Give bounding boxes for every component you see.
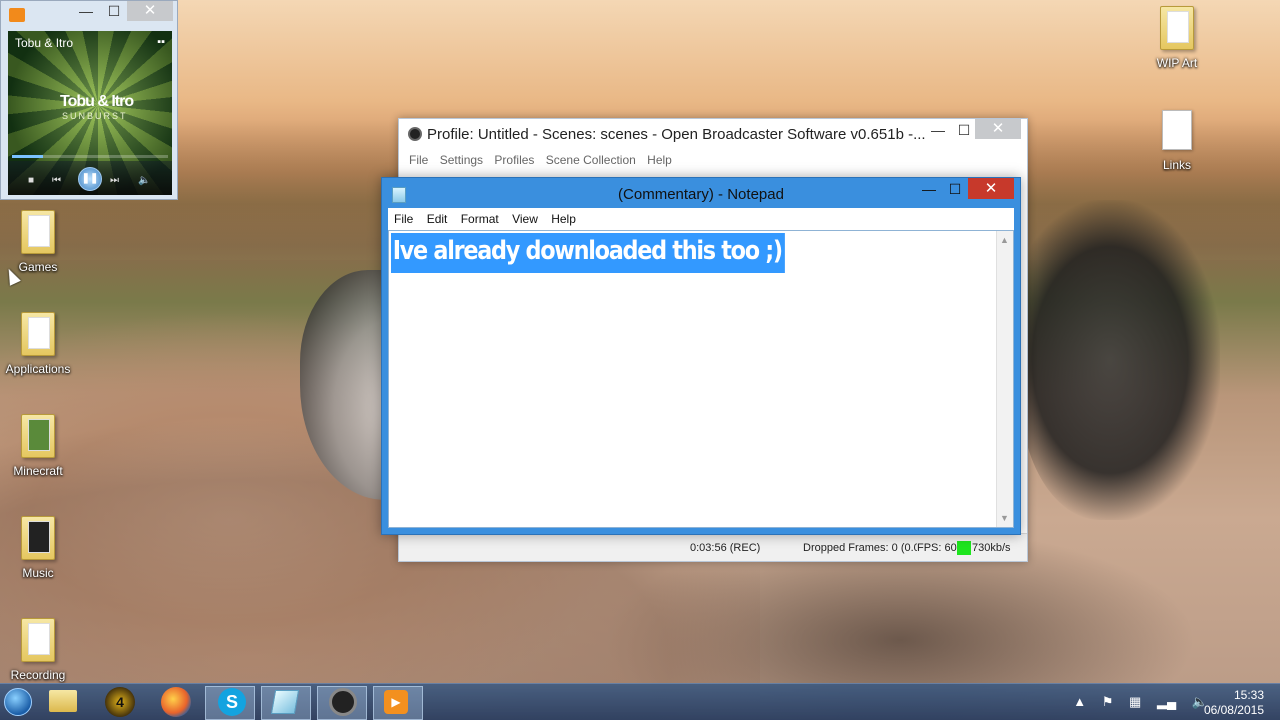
desktop-icon-label: WIP Art	[1156, 56, 1198, 70]
obs-statusbar: 0:03:56 (REC) Dropped Frames: 0 (0.0 FPS…	[399, 533, 1027, 561]
maximize-button[interactable]: ☐	[101, 3, 127, 20]
obs-menubar: File Settings Profiles Scene Collection …	[409, 153, 680, 167]
folder-icon	[21, 618, 55, 662]
notepad-menubar: File Edit Format View Help	[388, 208, 1014, 230]
obs-window-title: Profile: Untitled - Scenes: scenes - Ope…	[427, 126, 926, 143]
desktop-icon-recording[interactable]: Recording	[0, 618, 76, 682]
previous-button[interactable]: ⏮	[52, 175, 61, 186]
stop-button[interactable]: ■	[28, 175, 34, 186]
file-explorer-icon[interactable]	[49, 690, 77, 712]
menu-profiles[interactable]: Profiles	[494, 153, 534, 167]
playback-controls: ■ ⏮ ❚❚ ⏭ 🔈	[8, 161, 172, 195]
media-player-icon[interactable]: ▶	[384, 690, 408, 714]
seek-bar[interactable]	[12, 155, 168, 158]
signal-icon[interactable]: ▂▄	[1157, 694, 1176, 709]
notepad-titlebar[interactable]: (Commentary) - Notepad — ☐ ✕	[382, 178, 1020, 208]
bitrate-readout: 730kb/s	[972, 542, 1011, 554]
desktop-icon-label: Music	[22, 566, 54, 580]
scroll-down-icon[interactable]: ▼	[1000, 513, 1009, 523]
left4dead2-icon[interactable]: 4	[105, 687, 135, 717]
vertical-scrollbar[interactable]: ▲ ▼	[996, 231, 1013, 527]
folder-icon	[1160, 6, 1194, 50]
system-tray: ▲ ⚑ ▦ ▂▄ 🔈	[1061, 694, 1208, 710]
start-button[interactable]	[4, 688, 32, 716]
clock-time: 15:33	[1233, 688, 1264, 702]
wallpaper-car-rear	[1020, 200, 1220, 520]
menu-format[interactable]: Format	[461, 212, 499, 226]
track-title: Tobu & Itro	[15, 36, 74, 50]
desktop-icon-minecraft[interactable]: Minecraft	[0, 414, 76, 478]
obs-icon[interactable]	[329, 688, 357, 716]
menu-scene-collection[interactable]: Scene Collection	[546, 153, 636, 167]
menu-file[interactable]: File	[394, 212, 413, 226]
menu-edit[interactable]: Edit	[427, 212, 448, 226]
windows-icon[interactable]: ▦	[1129, 694, 1141, 709]
desktop-icon-links[interactable]: Links	[1139, 110, 1215, 172]
notepad-window[interactable]: (Commentary) - Notepad — ☐ ✕ File Edit F…	[381, 177, 1021, 535]
close-button[interactable]: ✕	[968, 178, 1014, 199]
notepad-icon[interactable]	[270, 690, 300, 714]
maximize-button[interactable]: ☐	[942, 181, 968, 198]
minimize-button[interactable]: —	[916, 181, 942, 197]
selected-text[interactable]: Ive already downloaded this too ;)	[391, 233, 786, 273]
taskbar: 4 S ▶ ▲ ⚑ ▦ ▂▄ 🔈 15:33 06/08/2015	[0, 683, 1280, 720]
menu-file[interactable]: File	[409, 153, 428, 167]
obs-app-icon	[408, 127, 422, 141]
notepad-text-area[interactable]: Ive already downloaded this too ;) ▲ ▼	[388, 230, 1014, 528]
clock-date: 06/08/2015	[1203, 703, 1264, 717]
folder-icon	[21, 414, 55, 458]
folder-icon	[21, 516, 55, 560]
volume-icon[interactable]: 🔈	[138, 175, 150, 186]
fps-readout: FPS: 60	[917, 542, 957, 554]
pause-button[interactable]: ❚❚	[78, 167, 102, 191]
obs-titlebar[interactable]: Profile: Untitled - Scenes: scenes - Ope…	[399, 119, 1027, 149]
next-button[interactable]: ⏭	[110, 175, 119, 186]
scroll-up-icon[interactable]: ▲	[1000, 235, 1009, 245]
menu-help[interactable]: Help	[647, 153, 672, 167]
switch-to-library-icon[interactable]: ▪▪	[157, 36, 165, 48]
media-player-titlebar[interactable]: — ☐ ✕	[1, 1, 177, 29]
minimize-button[interactable]: —	[73, 3, 99, 19]
flag-icon[interactable]: ⚑	[1102, 694, 1114, 709]
media-player-app-icon	[9, 8, 25, 22]
desktop-icon-label: Recording	[10, 668, 66, 682]
clock[interactable]: 15:33 06/08/2015	[1204, 688, 1264, 718]
media-player-window[interactable]: — ☐ ✕ Tobu & Itro ▪▪ Tobu & Itro SUNBURS…	[0, 0, 178, 200]
status-indicator	[957, 541, 971, 555]
folder-icon	[21, 210, 55, 254]
album-art: Tobu & Itro ▪▪ Tobu & Itro SUNBURST ■ ⏮ …	[8, 31, 172, 195]
album-logo-subtitle: SUNBURST	[62, 111, 128, 121]
recording-time: 0:03:56 (REC)	[690, 542, 761, 554]
up-arrow-icon[interactable]: ▲	[1073, 694, 1086, 709]
folder-icon	[21, 312, 55, 356]
album-logo-title: Tobu & Itro	[60, 93, 134, 110]
dropped-frames: Dropped Frames: 0 (0.0	[803, 542, 917, 554]
close-button[interactable]: ✕	[975, 119, 1021, 139]
desktop-icon-label: Minecraft	[13, 464, 63, 478]
minimize-button[interactable]: —	[925, 122, 951, 138]
desktop-icon-games[interactable]: Games	[0, 210, 76, 274]
desktop-icon-applications[interactable]: Applications	[0, 312, 76, 376]
desktop-icon-label: Links	[1162, 158, 1191, 172]
firefox-icon[interactable]	[161, 687, 191, 717]
close-button[interactable]: ✕	[127, 1, 173, 21]
maximize-button[interactable]: ☐	[951, 122, 977, 139]
skype-icon[interactable]: S	[218, 688, 246, 716]
document-icon	[1162, 110, 1192, 150]
desktop-icon-label: Applications	[5, 362, 71, 376]
menu-settings[interactable]: Settings	[440, 153, 483, 167]
desktop-icon-wip-art[interactable]: WIP Art	[1139, 6, 1215, 70]
desktop-icon-music[interactable]: Music	[0, 516, 76, 580]
menu-view[interactable]: View	[512, 212, 538, 226]
menu-help[interactable]: Help	[551, 212, 576, 226]
